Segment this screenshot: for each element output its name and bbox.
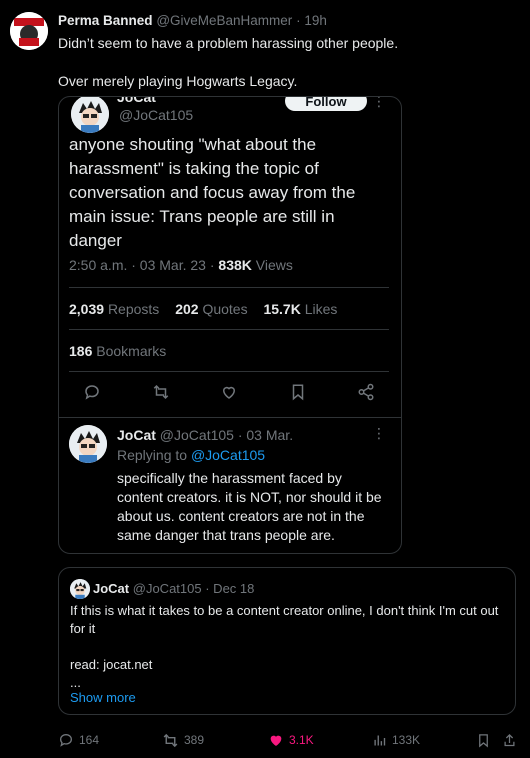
- divider: [69, 287, 389, 288]
- screenshot-views-count: 838K: [218, 257, 252, 273]
- author-handle[interactable]: @GiveMeBanHammer: [156, 13, 292, 28]
- likes-label: Likes: [304, 301, 338, 317]
- reply-author-name: JoCat: [117, 427, 156, 443]
- views-button[interactable]: 133K: [372, 730, 420, 750]
- bookmarks-count: 186: [69, 343, 93, 359]
- quote-text: If this is what it takes to be a content…: [70, 602, 500, 692]
- attached-screenshot-image[interactable]: JoCat @JoCat105 Follow ⋮ anyone shouting…: [58, 96, 402, 554]
- reply-button[interactable]: 164: [58, 730, 99, 750]
- share-icon: [355, 381, 377, 403]
- likes-count: 15.7K: [263, 301, 301, 317]
- screenshot-views-label: Views: [251, 257, 293, 273]
- quotes-count: 202: [175, 301, 199, 317]
- show-more-link[interactable]: Show more: [70, 690, 136, 705]
- repost-count: 389: [184, 733, 205, 747]
- reposts-label: Reposts: [107, 301, 160, 317]
- bookmark-icon: [287, 381, 309, 403]
- like-count: 3.1K: [289, 733, 314, 747]
- quote-author-name: JoCat: [93, 581, 130, 596]
- replying-to-handle: @JoCat105: [190, 447, 266, 463]
- avatar-image: [10, 12, 48, 50]
- separator: ·: [296, 13, 301, 28]
- bookmarks-label: Bookmarks: [96, 343, 167, 359]
- repost-icon: [163, 733, 178, 747]
- views-count: 133K: [392, 733, 421, 747]
- quote-text-line: If this is what it takes to be a content…: [70, 603, 499, 636]
- author-name[interactable]: Perma Banned: [58, 13, 153, 28]
- repost-button[interactable]: 389: [162, 730, 204, 750]
- tweet-text-line: Didn’t seem to have a problem harassing …: [58, 35, 399, 51]
- divider: [59, 417, 401, 418]
- reply-count: 164: [79, 733, 100, 747]
- replying-to-prefix: Replying to: [117, 447, 191, 463]
- screenshot-more-icon: ⋮: [372, 96, 387, 109]
- replying-to: Replying to @JoCat105: [117, 447, 265, 463]
- author-avatar[interactable]: [10, 12, 48, 50]
- quote-date: · Dec 18: [205, 581, 255, 596]
- screenshot-follow-button: Follow: [285, 97, 367, 111]
- tweet-action-bar: 164 389 3.1K 133K: [58, 730, 518, 750]
- reply-avatar: [69, 425, 107, 463]
- quote-text-line: read: jocat.net: [70, 657, 153, 672]
- reply-more-icon: ⋮: [372, 425, 387, 441]
- views-chart-icon: [374, 735, 386, 745]
- bookmark-icon: [479, 733, 488, 747]
- reply-header: JoCat @JoCat105 · 03 Mar.: [117, 427, 293, 443]
- screenshot-engagement-stats: 2,039 Reposts 202 Quotes 15.7K Likes: [69, 301, 349, 317]
- reposts-count: 2,039: [69, 301, 105, 317]
- like-icon: [218, 381, 240, 403]
- repost-icon: [150, 381, 172, 403]
- bookmark-button[interactable]: [476, 730, 491, 750]
- reply-author-handle: @JoCat105: [159, 427, 234, 443]
- share-icon: [504, 733, 515, 746]
- screenshot-bookmark-stats: 186 Bookmarks: [69, 343, 178, 359]
- screenshot-author-handle: @JoCat105: [119, 107, 194, 123]
- screenshot-reply: JoCat @JoCat105 · 03 Mar. ⋮ Replying to …: [59, 419, 401, 553]
- heart-filled-icon: [270, 735, 282, 746]
- reply-text: specifically the harassment faced by con…: [117, 470, 382, 543]
- quoted-tweet[interactable]: JoCat @JoCat105 · Dec 18 If this is what…: [58, 567, 516, 715]
- screenshot-meta: 2:50 a.m. · 03 Mar. 23 · 838K Views: [69, 257, 293, 273]
- screenshot-body: anyone shouting "what about the harassme…: [69, 135, 356, 250]
- quote-author-handle: @JoCat105: [132, 581, 202, 596]
- reply-icon: [59, 733, 73, 747]
- tweet-time[interactable]: 19h: [304, 13, 327, 28]
- reply-icon: [81, 381, 103, 403]
- screenshot-avatar: [71, 97, 109, 133]
- tweet-header: Perma Banned @GiveMeBanHammer · 19h: [58, 13, 327, 28]
- reply-date: · 03 Mar.: [237, 427, 294, 443]
- screenshot-action-row: [69, 381, 389, 409]
- tweet-text-line: Over merely playing Hogwarts Legacy.: [58, 73, 298, 89]
- like-button[interactable]: 3.1K: [268, 730, 314, 750]
- share-button[interactable]: [502, 730, 517, 750]
- screenshot-author-name: JoCat: [117, 96, 156, 105]
- divider: [69, 329, 389, 330]
- screenshot-time-date: 2:50 a.m. · 03 Mar. 23 ·: [69, 257, 219, 273]
- quotes-label: Quotes: [202, 301, 248, 317]
- quote-avatar: [70, 579, 90, 599]
- divider: [69, 371, 389, 372]
- quote-header: JoCat @JoCat105 · Dec 18: [93, 581, 254, 596]
